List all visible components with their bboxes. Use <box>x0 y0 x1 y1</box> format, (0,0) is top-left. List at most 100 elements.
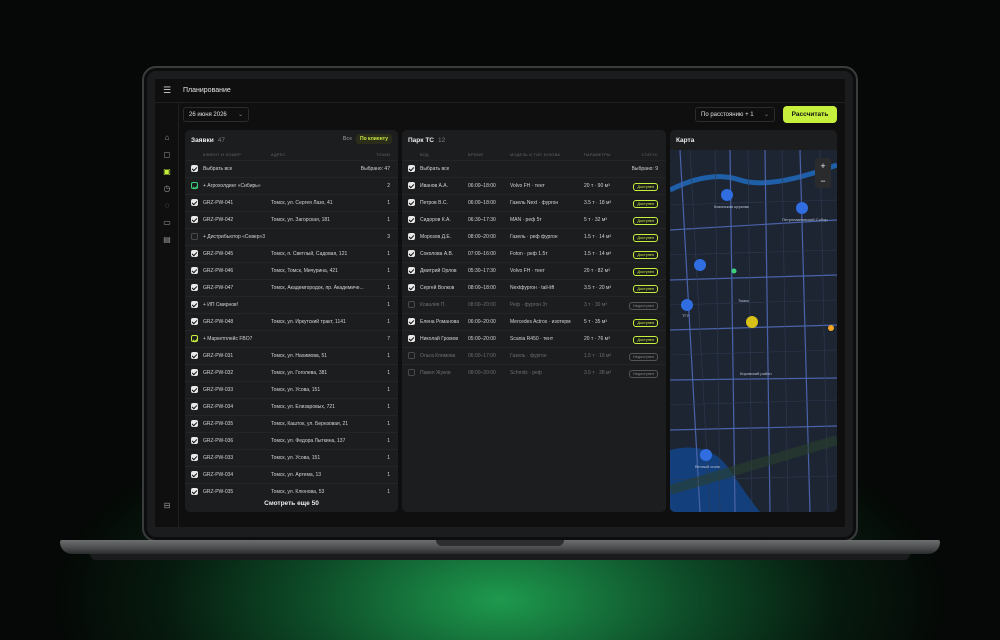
checkbox[interactable] <box>408 335 415 342</box>
sort-select[interactable]: По расстоянию + 1 ⌄ <box>695 107 775 122</box>
checkbox[interactable] <box>191 471 198 478</box>
home-icon[interactable]: ⌂ <box>162 133 172 143</box>
checkbox[interactable] <box>191 301 198 308</box>
vehicle-params: 1.5 т · 14 м³ <box>584 234 612 240</box>
filter-all-button[interactable]: Все <box>339 134 356 144</box>
client-group-row[interactable]: + Маркетплейс FBO7 7 <box>185 330 398 347</box>
checkbox[interactable] <box>191 437 198 444</box>
map-view[interactable]: Казанская церковь Петропавловский Собор … <box>670 150 837 512</box>
order-row[interactable]: GRZ-PW-046 Томск, Томск, Мичурина, 421 1 <box>185 262 398 279</box>
order-row[interactable]: GRZ-PW-036 Томск, ул. Федора Лыткина, 137… <box>185 432 398 449</box>
order-row[interactable]: GRZ-PW-041 Томск, ул. Сергея Лазо, 41 1 <box>185 194 398 211</box>
checkbox[interactable] <box>191 386 198 393</box>
order-row[interactable]: GRZ-PW-031 Томск, ул. Нахимова, 51 1 <box>185 347 398 364</box>
clock-icon[interactable]: ◷ <box>162 184 172 194</box>
checkbox[interactable] <box>408 182 415 189</box>
menu-icon[interactable]: ☰ <box>155 79 179 103</box>
order-row[interactable]: GRZ-PW-034 Томск, ул. Елизаровых, 721 1 <box>185 398 398 415</box>
filter-client-button[interactable]: По клиенту <box>355 134 392 144</box>
shift-time: 06:00–18:00 <box>468 200 496 206</box>
client-group-row[interactable]: + ИП Смирнов! 1 <box>185 296 398 313</box>
orders-panel: Заявки 47 Все По клиенту КЛИЕНТ И НОМЕР … <box>185 130 398 512</box>
vehicle-row[interactable]: Павел Жуков 08:00–20:00 Schmitz · реф 3.5 т… <box>402 364 666 381</box>
checkbox[interactable] <box>408 284 415 291</box>
checkbox[interactable] <box>408 250 415 257</box>
order-row[interactable]: GRZ-PW-033 Томск, ул. Усова, 151 1 <box>185 381 398 398</box>
order-address: Томск, Академгородок, пр. Академиче... <box>271 285 364 291</box>
checkbox[interactable] <box>191 352 198 359</box>
checkbox[interactable] <box>191 318 198 325</box>
control-row: 26 июня 2026 ⌄ По расстоянию + 1 ⌄ Рассч… <box>179 103 845 129</box>
order-row[interactable]: GRZ-PW-045 Томск, п. Светлый, Садовая, 12… <box>185 245 398 262</box>
order-row[interactable]: GRZ-PW-047 Томск, Академгородок, пр. Акад… <box>185 279 398 296</box>
checkbox[interactable] <box>191 369 198 376</box>
vehicle-row[interactable]: Ковалёв П. 08:00–20:00 Реф · фургон 3т 3 т … <box>402 296 666 313</box>
checkbox[interactable] <box>191 403 198 410</box>
checkbox[interactable] <box>408 369 415 376</box>
vehicle-row[interactable]: Елена Романова 06:00–20:00 Mercedes Actros… <box>402 313 666 330</box>
vehicle-icon[interactable]: ⊟ <box>162 501 172 511</box>
checkbox[interactable] <box>191 233 198 240</box>
vehicle-row[interactable]: Соколова А.В. 07:00–16:00 Foton · реф 1.5т… <box>402 245 666 262</box>
order-points: 1 <box>387 302 390 308</box>
vehicle-row[interactable]: Петров В.С. 06:00–18:00 Газель Next · фург… <box>402 194 666 211</box>
checkbox[interactable] <box>408 216 415 223</box>
zoom-out-button[interactable]: − <box>815 173 831 188</box>
vehicle-row[interactable]: Ольга Климова 06:00–17:00 Газель · фургон 1… <box>402 347 666 364</box>
client-group-row[interactable]: + Дистрибьютор «Север»3 3 <box>185 228 398 245</box>
checkbox[interactable] <box>191 250 198 257</box>
vehicle-row[interactable]: Морозов Д.Е. 08:00–20:00 Газель · реф фург… <box>402 228 666 245</box>
order-points: 2 <box>387 183 390 189</box>
order-number: GRZ-PW-045 <box>203 251 234 257</box>
order-number: GRZ-PW-033 <box>203 455 234 461</box>
checkbox[interactable] <box>191 488 198 495</box>
box-icon[interactable]: ◻ <box>162 150 172 160</box>
vehicle-row[interactable]: Сергей Волков 08:00–18:00 Nextфургон · tai… <box>402 279 666 296</box>
orders-select-all-row[interactable]: Выбрать все Выбрано: 47 <box>185 160 398 177</box>
checkbox[interactable] <box>191 267 198 274</box>
checkbox[interactable] <box>408 301 415 308</box>
order-points: 1 <box>387 319 390 325</box>
checkbox[interactable] <box>408 267 415 274</box>
checkbox[interactable] <box>408 318 415 325</box>
vehicle-row[interactable]: Сидоров К.А. 06:30–17:30 MAN · реф 5т 5 т ·… <box>402 211 666 228</box>
status-badge: Доступен <box>633 268 658 276</box>
vehicle-row[interactable]: Николай Громов 05:00–20:00 Scania R450 · т… <box>402 330 666 347</box>
chevron-down-icon: ⌄ <box>237 112 243 118</box>
checkbox[interactable] <box>191 182 198 189</box>
checkbox[interactable] <box>191 335 198 342</box>
shift-time: 06:00–17:00 <box>468 353 496 359</box>
checkbox[interactable] <box>191 165 198 172</box>
order-row[interactable]: GRZ-PW-034 Томск, ул. Артема, 13 1 <box>185 466 398 483</box>
order-address: Томск, ул. Гоголева, 381 <box>271 370 328 376</box>
checkbox[interactable] <box>408 199 415 206</box>
checkbox[interactable] <box>191 420 198 427</box>
checkbox[interactable] <box>191 199 198 206</box>
checkbox[interactable] <box>408 165 415 172</box>
fleet-select-all-row[interactable]: Выбрать все Выбрано: 9 <box>402 160 666 177</box>
order-row[interactable]: GRZ-PW-033 Томск, ул. Усова, 151 1 <box>185 449 398 466</box>
vehicle-model: Mercedes Actros · изотерм <box>510 319 571 325</box>
show-more-button[interactable]: Смотреть еще 50 <box>185 495 398 512</box>
vehicle-row[interactable]: Дмитрий Орлов 05:30–17:30 Volvo FH · тент 2… <box>402 262 666 279</box>
checkbox[interactable] <box>408 352 415 359</box>
chat-icon[interactable]: ◌ <box>162 201 172 211</box>
truck-icon[interactable]: ▭ <box>162 218 172 228</box>
planning-icon[interactable]: ▣ <box>162 167 172 177</box>
checkbox[interactable] <box>191 454 198 461</box>
order-row[interactable]: GRZ-PW-035 Томск, Кашток, ул. Березовая, … <box>185 415 398 432</box>
checkbox[interactable] <box>191 216 198 223</box>
zoom-in-button[interactable]: + <box>815 158 831 173</box>
order-row[interactable]: GRZ-PW-048 Томск, ул. Иркутский тракт, 11… <box>185 313 398 330</box>
client-group-row[interactable]: + Агрохолдинг «Сибирь» 2 <box>185 177 398 194</box>
order-row[interactable]: GRZ-PW-042 Томск, ул. Загорская, 181 1 <box>185 211 398 228</box>
document-icon[interactable]: ▤ <box>162 235 172 245</box>
vehicle-row[interactable]: Иванов А.А. 06:00–18:00 Volvo FH · тент 20 … <box>402 177 666 194</box>
order-row[interactable]: GRZ-PW-032 Томск, ул. Гоголева, 381 1 <box>185 364 398 381</box>
order-number: GRZ-PW-034 <box>203 404 234 410</box>
date-select[interactable]: 26 июня 2026 ⌄ <box>183 107 249 122</box>
order-address: Томск, ул. Загорская, 181 <box>271 217 330 223</box>
checkbox[interactable] <box>191 284 198 291</box>
calculate-button[interactable]: Рассчитать <box>783 106 837 123</box>
checkbox[interactable] <box>408 233 415 240</box>
